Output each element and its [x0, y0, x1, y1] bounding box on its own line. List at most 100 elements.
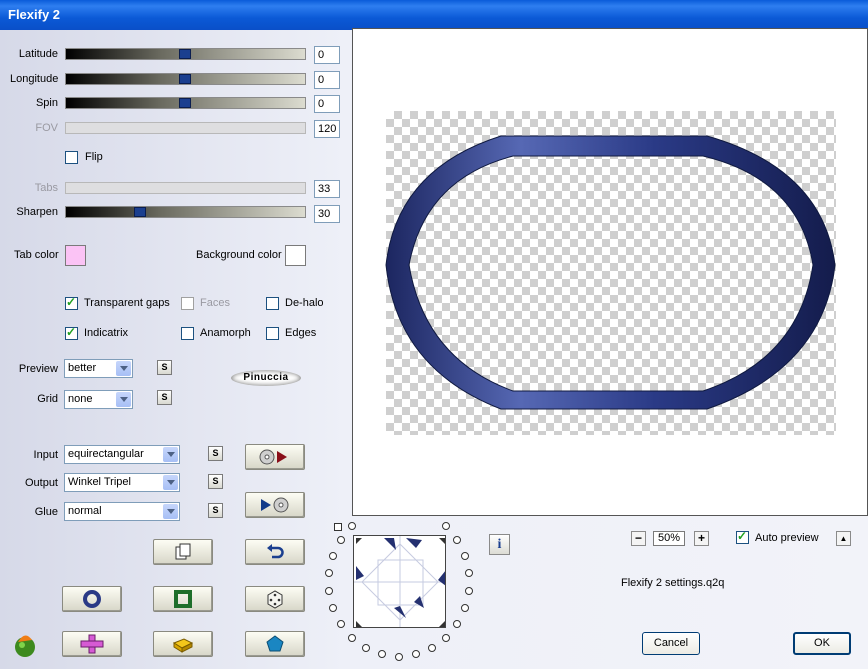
zoom-value: 50%	[653, 531, 685, 546]
grid-s-button[interactable]: S	[157, 390, 172, 405]
lego-brick-icon	[172, 638, 194, 653]
faces-checkbox[interactable]	[181, 297, 194, 310]
ok-button[interactable]: OK	[793, 632, 851, 655]
edges-checkbox[interactable]	[266, 327, 279, 340]
navigator-thumbnail[interactable]	[353, 535, 446, 628]
zoom-in-button[interactable]: +	[694, 531, 709, 546]
tab-color-label: Tab color	[14, 249, 59, 261]
auto-preview-label: Auto preview	[755, 532, 819, 544]
pinuccia-watermark: Pinuccia	[231, 370, 301, 386]
longitude-slider[interactable]	[65, 73, 306, 85]
chevron-down-icon[interactable]	[116, 361, 131, 376]
navigator-dot[interactable]	[336, 620, 345, 629]
brick-button[interactable]	[153, 631, 213, 657]
navigator-dot[interactable]	[336, 535, 345, 544]
preview-select[interactable]: better	[64, 359, 133, 378]
save-output-button[interactable]	[245, 492, 305, 518]
projection-preview-image	[385, 135, 836, 410]
undo-button[interactable]	[245, 539, 305, 565]
cross-net-icon	[80, 634, 104, 654]
pentagon-button[interactable]	[245, 631, 305, 657]
longitude-label: Longitude	[10, 73, 59, 85]
fov-label: FOV	[35, 122, 58, 134]
check-icon: ✓	[66, 295, 77, 309]
square-frame-icon	[174, 590, 192, 608]
spin-slider[interactable]	[65, 97, 306, 109]
navigator-dot[interactable]	[328, 551, 337, 560]
grid-label: Grid	[37, 393, 58, 405]
fov-field[interactable]: 120	[314, 120, 340, 138]
navigator-dot[interactable]	[461, 551, 470, 560]
glue-select[interactable]: normal	[64, 502, 180, 521]
random-button[interactable]	[245, 586, 305, 612]
navigator-handle[interactable]	[334, 523, 342, 531]
input-select[interactable]: equirectangular	[64, 445, 180, 464]
output-s-button[interactable]: S	[208, 474, 223, 489]
tab-color-swatch[interactable]	[65, 245, 86, 266]
sharpen-field[interactable]: 30	[314, 205, 340, 223]
dice-icon	[267, 590, 283, 609]
longitude-field[interactable]: 0	[314, 71, 340, 89]
navigator-dot[interactable]	[395, 652, 403, 661]
preview-select-value: better	[68, 362, 97, 374]
latitude-slider[interactable]	[65, 48, 306, 60]
input-s-button[interactable]: S	[208, 446, 223, 461]
navigator-dot[interactable]	[347, 633, 356, 642]
ring-icon	[83, 590, 101, 608]
spin-label: Spin	[35, 97, 58, 109]
tabs-field[interactable]: 33	[314, 180, 340, 198]
longitude-thumb[interactable]	[179, 74, 191, 84]
tabs-label: Tabs	[34, 182, 58, 194]
input-select-value: equirectangular	[68, 448, 144, 460]
sphere-button[interactable]	[62, 586, 122, 612]
de-halo-checkbox[interactable]	[266, 297, 279, 310]
navigator-preview-image	[354, 536, 445, 627]
tabs-slider	[65, 182, 306, 194]
transparent-gaps-checkbox[interactable]: ✓	[65, 295, 78, 310]
output-select-value: Winkel Tripel	[68, 476, 131, 488]
cancel-button[interactable]: Cancel	[642, 632, 700, 655]
square-button[interactable]	[153, 586, 213, 612]
anamorph-checkbox[interactable]	[181, 327, 194, 340]
background-color-swatch[interactable]	[285, 245, 306, 266]
sharpen-thumb[interactable]	[134, 207, 146, 217]
cross-button[interactable]	[62, 631, 122, 657]
output-label: Output	[24, 477, 58, 489]
chevron-down-icon[interactable]	[116, 392, 131, 407]
spin-field[interactable]: 0	[314, 95, 340, 113]
settings-file-name: Flexify 2 settings.q2q	[621, 577, 725, 589]
title-bar[interactable]: Flexify 2	[0, 0, 868, 30]
undo-icon	[267, 544, 284, 559]
background-color-label: Background color	[196, 249, 282, 261]
flexify-logo-icon	[15, 635, 35, 657]
zoom-out-button[interactable]: −	[631, 531, 646, 546]
preview-canvas[interactable]	[352, 28, 868, 516]
navigator-dot[interactable]	[362, 644, 370, 652]
sharpen-label: Sharpen	[16, 206, 58, 218]
output-select[interactable]: Winkel Tripel	[64, 473, 180, 492]
sharpen-slider[interactable]	[65, 206, 306, 218]
latitude-thumb[interactable]	[179, 49, 191, 59]
navigator-dot[interactable]	[427, 644, 436, 652]
chevron-down-icon[interactable]	[163, 475, 178, 490]
glue-s-button[interactable]: S	[208, 503, 223, 518]
preview-label: Preview	[18, 363, 58, 375]
info-button[interactable]: i	[489, 534, 510, 555]
preview-s-button[interactable]: S	[157, 360, 172, 375]
navigator-dot[interactable]	[324, 569, 333, 577]
auto-preview-checkbox[interactable]: ✓	[736, 529, 749, 544]
grid-select[interactable]: none	[64, 390, 133, 409]
load-input-button[interactable]	[245, 444, 305, 470]
indicatrix-label: Indicatrix	[84, 327, 129, 339]
collapse-button[interactable]: ▲	[836, 531, 851, 546]
navigator-dot[interactable]	[324, 586, 333, 595]
latitude-field[interactable]: 0	[314, 46, 340, 64]
spin-thumb[interactable]	[179, 98, 191, 108]
indicatrix-checkbox[interactable]: ✓	[65, 325, 78, 340]
navigator-dot[interactable]	[442, 633, 451, 642]
check-icon: ✓	[737, 529, 748, 543]
copy-button[interactable]	[153, 539, 213, 565]
flip-checkbox[interactable]	[65, 151, 78, 164]
chevron-down-icon[interactable]	[163, 447, 178, 462]
chevron-down-icon[interactable]	[163, 504, 178, 519]
